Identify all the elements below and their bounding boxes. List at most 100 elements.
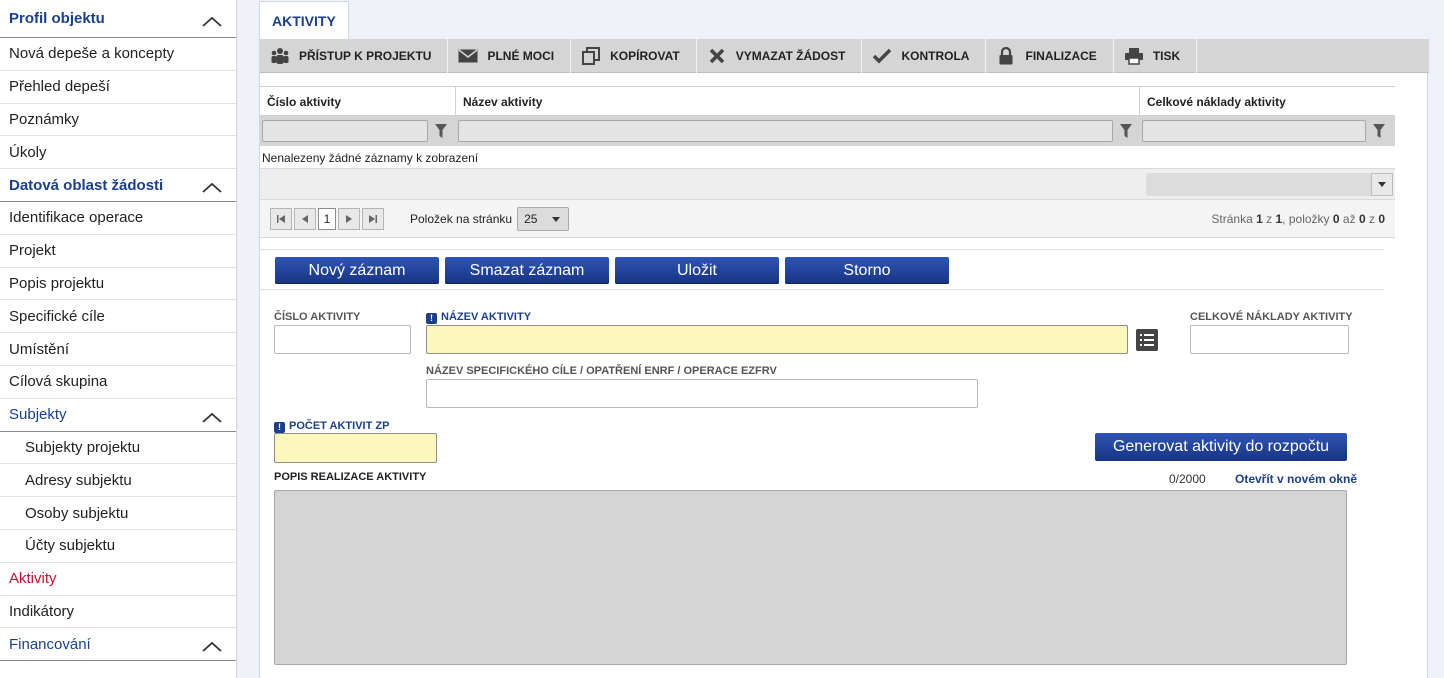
column-header-cislo[interactable]: Číslo aktivity: [260, 87, 456, 115]
content-panel: PŘÍSTUP K PROJEKTU PLNÉ MOCI KOPÍROVAT V…: [259, 39, 1429, 678]
filter-icon[interactable]: [428, 120, 454, 142]
sidebar-item-label: Indikátory: [9, 602, 75, 620]
vymazat-zadost-label: VYMAZAT ŽÁDOST: [735, 49, 846, 63]
grid-pager: 1 Položek na stránku 25 Stránka 1 z 1, p…: [260, 200, 1395, 238]
list-icon[interactable]: [1136, 329, 1158, 351]
divider: [260, 249, 1384, 250]
chevron-up-icon[interactable]: [202, 641, 222, 655]
pager-total: 0: [1378, 212, 1385, 226]
pager-to-word: až: [1342, 212, 1356, 226]
open-new-window-link[interactable]: Otevřít v novém okně: [1235, 472, 1357, 486]
new-record-button[interactable]: Nový záznam: [275, 257, 439, 284]
sidebar-item-label: Umístění: [9, 340, 70, 358]
grid-empty-message: Nenalezeny žádné záznamy k zobrazení: [260, 146, 1395, 169]
plne-moci-label: PLNÉ MOCI: [487, 49, 555, 63]
required-icon: !: [426, 313, 437, 324]
specificky-cil-input[interactable]: [426, 379, 978, 408]
pager-info: Stránka 1 z 1, položky 0 až 0 z 0: [1211, 212, 1385, 226]
sidebar-item-umisteni[interactable]: Umístění: [0, 333, 236, 366]
cancel-button[interactable]: Storno: [785, 257, 949, 284]
delete-record-button[interactable]: Smazat záznam: [445, 257, 609, 284]
users-icon: [270, 46, 290, 66]
check-icon: [872, 46, 892, 66]
sidebar-item-label: Subjekty projektu: [25, 438, 141, 456]
sidebar-item-identifikace-operace[interactable]: Identifikace operace: [0, 202, 236, 235]
next-page-button[interactable]: [338, 207, 360, 230]
filter-input-naklady[interactable]: [1142, 120, 1366, 142]
finalizace-button[interactable]: FINALIZACE: [986, 39, 1114, 73]
sidebar-item-adresy-subjektu[interactable]: Adresy subjektu: [0, 464, 236, 498]
sidebar-item-label: Účty subjektu: [25, 537, 116, 555]
sidebar-item-poznamky[interactable]: Poznámky: [0, 104, 236, 137]
sidebar-item-datova-oblast-zadosti[interactable]: Datová oblast žádosti: [0, 169, 236, 202]
chevron-up-icon[interactable]: [202, 412, 222, 426]
generate-activities-button[interactable]: Generovat aktivity do rozpočtu: [1095, 433, 1347, 461]
nazev-aktivity-input[interactable]: [426, 325, 1128, 354]
cislo-aktivity-input[interactable]: [274, 325, 411, 354]
sidebar-item-ucty-subjektu[interactable]: Účty subjektu: [0, 530, 236, 563]
main-area: AKTIVITY PŘÍSTUP K PROJEKTU PLNÉ MOCI KO…: [237, 0, 1444, 678]
sidebar-item-prehled-depesi[interactable]: Přehled depeší: [0, 71, 236, 104]
sidebar-item-nova-depese-a-koncepty[interactable]: Nová depeše a koncepty: [0, 38, 236, 71]
tisk-button[interactable]: TISK: [1114, 39, 1198, 73]
pocet-aktivit-label-text: POČET AKTIVIT ZP: [289, 420, 390, 432]
page-size-select[interactable]: 25: [517, 206, 570, 231]
specificky-cil-label: NÁZEV SPECIFICKÉHO CÍLE / OPATŘENÍ ENRF …: [426, 365, 777, 377]
column-header-nazev[interactable]: Název aktivity: [456, 87, 1140, 115]
sidebar-item-subjekty-projektu[interactable]: Subjekty projektu: [0, 432, 236, 465]
sidebar-item-specificke-cile[interactable]: Specifické cíle: [0, 300, 236, 334]
sidebar-item-label: Datová oblast žádosti: [9, 176, 164, 194]
filter-icon[interactable]: [1366, 120, 1392, 142]
sidebar-item-label: Popis projektu: [9, 274, 105, 292]
sidebar-item-label: Financování: [9, 635, 91, 653]
sidebar-item-cilova-skupina[interactable]: Cílová skupina: [0, 366, 236, 399]
sidebar-item-indikatory[interactable]: Indikátory: [0, 596, 236, 629]
prev-page-button[interactable]: [294, 207, 316, 230]
chevron-down-icon[interactable]: [1371, 173, 1393, 196]
kopirovat-label: KOPÍROVAT: [610, 49, 680, 63]
sidebar-item-aktivity[interactable]: Aktivity: [0, 563, 236, 596]
sidebar-item-subjekty[interactable]: Subjekty: [0, 399, 236, 432]
chevron-down-icon: [552, 216, 561, 222]
sidebar-item-label: Úkoly: [9, 143, 47, 161]
vymazat-zadost-button[interactable]: VYMAZAT ŽÁDOST: [697, 39, 863, 73]
sidebar-item-ukoly[interactable]: Úkoly: [0, 136, 236, 170]
filter-icon[interactable]: [1113, 120, 1139, 142]
pocet-aktivit-label: ! POČET AKTIVIT ZP: [274, 420, 389, 433]
kontrola-button[interactable]: KONTROLA: [862, 39, 987, 73]
current-page-input[interactable]: 1: [318, 207, 336, 230]
tab-aktivity[interactable]: AKTIVITY: [259, 1, 349, 39]
grid-header: Číslo aktivity Název aktivity Celkové ná…: [260, 86, 1395, 116]
column-header-naklady[interactable]: Celkové náklady aktivity: [1140, 87, 1395, 115]
save-button[interactable]: Uložit: [615, 257, 779, 284]
char-counter: 0/2000: [1169, 472, 1206, 486]
sidebar-item-osoby-subjektu[interactable]: Osoby subjektu: [0, 497, 236, 530]
pager-total-word: z: [1368, 212, 1375, 226]
popis-realizace-textarea[interactable]: [274, 490, 1347, 665]
sidebar-item-financovani[interactable]: Financování: [0, 628, 236, 662]
summary-select[interactable]: [1146, 173, 1393, 196]
filter-input-cislo[interactable]: [262, 120, 428, 142]
copy-icon: [581, 46, 601, 66]
celkove-naklady-label: CELKOVÉ NÁKLADY AKTIVITY: [1190, 311, 1353, 323]
last-page-button[interactable]: [362, 207, 384, 230]
chevron-up-icon[interactable]: [202, 16, 222, 30]
lock-icon: [996, 46, 1016, 66]
sidebar-item-label: Subjekty: [9, 406, 67, 424]
sidebar-item-popis-projektu[interactable]: Popis projektu: [0, 268, 236, 301]
pocet-aktivit-input[interactable]: [274, 433, 437, 463]
filter-input-nazev[interactable]: [458, 120, 1113, 142]
sidebar-item-projekt[interactable]: Projekt: [0, 235, 236, 268]
action-toolbar: PŘÍSTUP K PROJEKTU PLNÉ MOCI KOPÍROVAT V…: [260, 39, 1429, 73]
page-size-value: 25: [524, 211, 538, 226]
plne-moci-button[interactable]: PLNÉ MOCI: [448, 39, 572, 73]
sidebar-item-label: Nová depeše a koncepty: [9, 45, 175, 63]
kopirovat-button[interactable]: KOPÍROVAT: [571, 39, 697, 73]
sidebar-item-label: Profil objektu: [9, 10, 105, 27]
celkove-naklady-input[interactable]: [1190, 325, 1349, 354]
pristup-k-projektu-button[interactable]: PŘÍSTUP K PROJEKTU: [260, 39, 449, 73]
sidebar-item-label: Přehled depeší: [9, 78, 110, 96]
chevron-up-icon[interactable]: [202, 182, 222, 196]
first-page-button[interactable]: [270, 207, 292, 230]
sidebar-item-profil-objektu[interactable]: Profil objektu: [0, 0, 236, 38]
